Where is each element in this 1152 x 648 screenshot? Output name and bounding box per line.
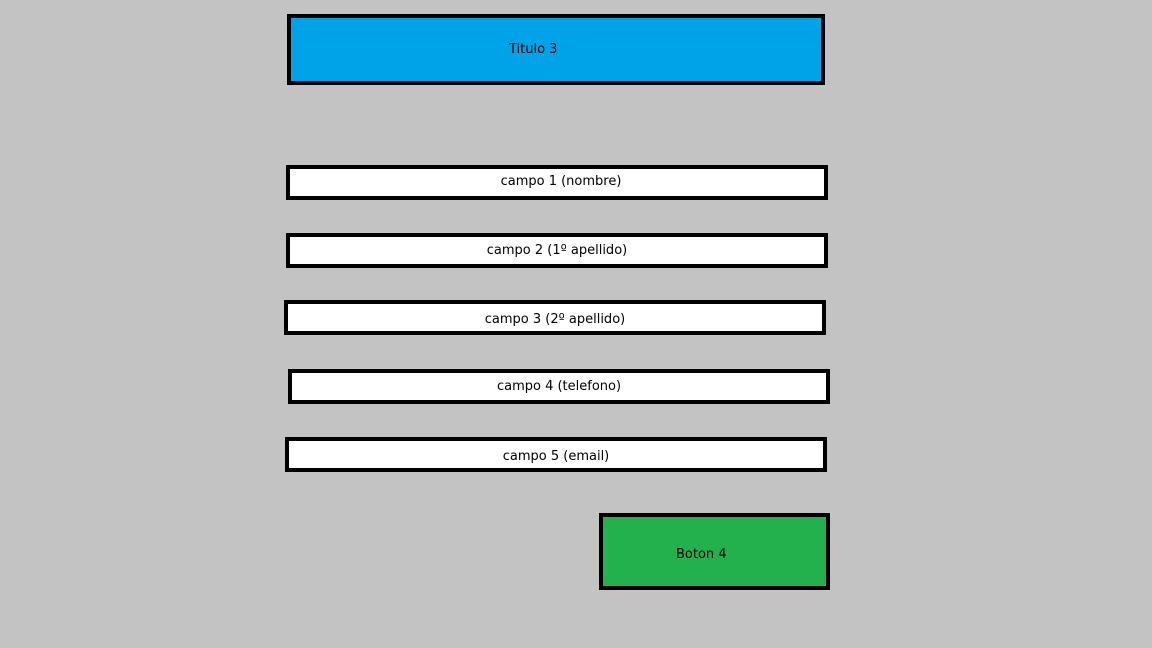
nombre-field[interactable]: campo 1 (nombre) xyxy=(286,165,828,200)
field-label-segundo-apellido: campo 3 (2º apellido) xyxy=(484,312,626,327)
segundo-apellido-field[interactable]: campo 3 (2º apellido) xyxy=(284,300,826,335)
title-banner: Titulo 3 xyxy=(287,14,825,85)
submit-button[interactable]: Boton 4 xyxy=(599,513,830,590)
field-label-telefono: campo 4 (telefono) xyxy=(496,379,622,394)
field-label-nombre: campo 1 (nombre) xyxy=(500,174,622,189)
telefono-field[interactable]: campo 4 (telefono) xyxy=(288,369,830,404)
field-label-primer-apellido: campo 2 (1º apellido) xyxy=(486,243,628,258)
field-label-email: campo 5 (email) xyxy=(502,449,610,464)
email-field[interactable]: campo 5 (email) xyxy=(285,437,827,472)
page-title: Titulo 3 xyxy=(509,42,558,57)
primer-apellido-field[interactable]: campo 2 (1º apellido) xyxy=(286,233,828,268)
submit-button-label: Boton 4 xyxy=(676,547,727,562)
